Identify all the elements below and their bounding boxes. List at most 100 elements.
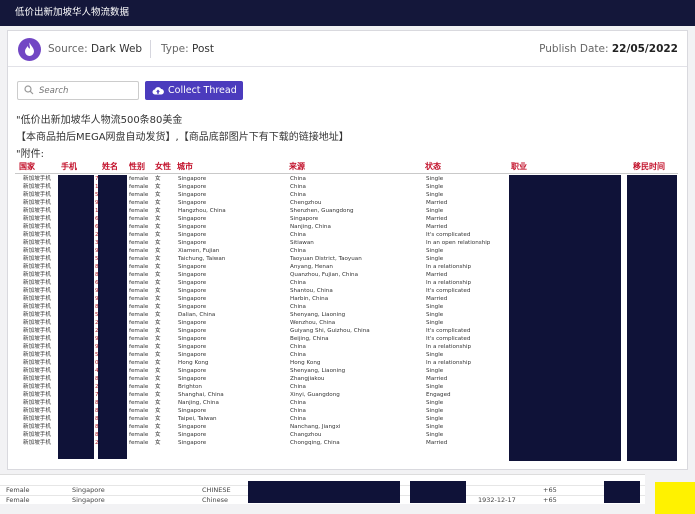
table-cell: 新加坡手机 (23, 264, 51, 270)
table-cell: 3 (95, 240, 99, 246)
table-cell: 女 (155, 272, 161, 278)
table-cell: Single (426, 416, 444, 422)
table-cell: Taoyuan District, Taoyuan (290, 256, 362, 262)
table-cell: female (129, 304, 149, 310)
table-cell: female (129, 184, 149, 190)
table-cell: Female (6, 486, 30, 494)
table-cell: China (290, 344, 306, 350)
table-cell: 女 (155, 304, 161, 310)
column-header: 来源 (289, 162, 305, 171)
table-cell: Singapore (178, 440, 207, 446)
table-cell: Hong Kong (290, 360, 321, 366)
table-cell: Single (426, 192, 444, 198)
table-cell: Engaged (426, 392, 451, 398)
collect-thread-button[interactable]: Collect Thread (145, 81, 243, 100)
table-cell: Chengzhou (290, 200, 322, 206)
table-cell: 女 (155, 264, 161, 270)
table-cell: China (290, 384, 306, 390)
table-cell: Shenyang, Liaoning (290, 312, 346, 318)
table-cell: It's complicated (426, 288, 471, 294)
table-cell: 9 (95, 248, 99, 254)
table-cell: Shenyang, Liaoning (290, 368, 346, 374)
table-cell: Singapore (178, 336, 207, 342)
table-cell: Single (426, 424, 444, 430)
table-cell: female (129, 208, 149, 214)
table-cell: China (290, 280, 306, 286)
table-cell: 新加坡手机 (23, 328, 51, 334)
table-cell: 女 (155, 424, 161, 430)
table-cell: female (129, 432, 149, 438)
table-cell: female (129, 256, 149, 262)
search-field[interactable] (17, 81, 139, 100)
table-cell: 7 (95, 176, 99, 182)
table-cell: Singapore (178, 344, 207, 350)
source-field: Source: Dark Web (48, 43, 143, 55)
table-cell: Taipei, Taiwan (178, 416, 217, 422)
table-cell: female (129, 296, 149, 302)
redaction-bar (58, 175, 94, 459)
table-cell: Singapore (178, 320, 207, 326)
table-cell: In a relationship (426, 344, 472, 350)
table-cell: 新加坡手机 (23, 320, 51, 326)
table-cell: 1 (95, 208, 99, 214)
table-cell: 女 (155, 376, 161, 382)
table-cell: 8 (95, 432, 99, 438)
table-cell: 6 (95, 224, 99, 230)
leaked-data-table-image: 国家 手机 姓名 性别 女性 城市 来源 状态 职业 移民时间 新加坡手机 7 fe… (15, 159, 678, 461)
table-cell: 女 (155, 360, 161, 366)
table-cell: 女 (155, 208, 161, 214)
table-cell: 新加坡手机 (23, 280, 51, 286)
table-cell: In a relationship (426, 280, 472, 286)
table-cell: Singapore (178, 288, 207, 294)
table-cell: female (129, 368, 149, 374)
table-cell: 8 (95, 416, 99, 422)
table-cell: Single (426, 400, 444, 406)
table-cell: Married (426, 440, 448, 446)
table-cell: 新加坡手机 (23, 296, 51, 302)
table-cell: Singapore (178, 368, 207, 374)
table-cell: 女 (155, 320, 161, 326)
table-cell: Singapore (72, 496, 105, 504)
table-cell: 8 (95, 376, 99, 382)
table-cell: 女 (155, 216, 161, 222)
table-cell: 新加坡手机 (23, 208, 51, 214)
table-cell: +65 (543, 496, 557, 504)
table-cell: female (129, 328, 149, 334)
table-cell: Single (426, 208, 444, 214)
table-cell: female (129, 384, 149, 390)
table-cell: 9 (95, 296, 99, 302)
table-cell: Singapore (178, 352, 207, 358)
table-cell: Married (426, 224, 448, 230)
table-cell: Wenzhou, China (290, 320, 336, 326)
table-cell: Singapore (178, 304, 207, 310)
table-cell: 8 (95, 408, 99, 414)
table-cell: CHINESE (202, 486, 231, 494)
redaction-bar (509, 175, 621, 461)
table-cell: female (129, 224, 149, 230)
table-cell: Nanjing, China (178, 400, 219, 406)
window-title: 低价出新加坡华人物流数据 (0, 0, 695, 26)
table-cell: Hong Kong (178, 360, 209, 366)
table-cell: 5 (95, 352, 99, 358)
table-cell: Single (426, 320, 444, 326)
table-cell: 6 (95, 280, 99, 286)
table-cell: 女 (155, 344, 161, 350)
table-cell: Singapore (72, 486, 105, 494)
table-cell: 新加坡手机 (23, 256, 51, 262)
table-cell: Shantou, China (290, 288, 333, 294)
table-cell: China (290, 232, 306, 238)
table-cell: female (129, 360, 149, 366)
table-cell: 2 (95, 232, 99, 238)
table-cell: Single (426, 432, 444, 438)
table-cell: 8 (95, 424, 99, 430)
table-cell: 8 (95, 400, 99, 406)
table-cell: China (290, 176, 306, 182)
post-card: Source: Dark Web Type: Post Publish Date… (7, 30, 688, 470)
type-value: Post (192, 43, 214, 55)
table-cell: female (129, 192, 149, 198)
table-cell: Singapore (178, 184, 207, 190)
table-cell: In a relationship (426, 264, 472, 270)
search-input[interactable] (39, 84, 134, 97)
table-cell: Female (6, 496, 30, 504)
table-cell: 新加坡手机 (23, 384, 51, 390)
